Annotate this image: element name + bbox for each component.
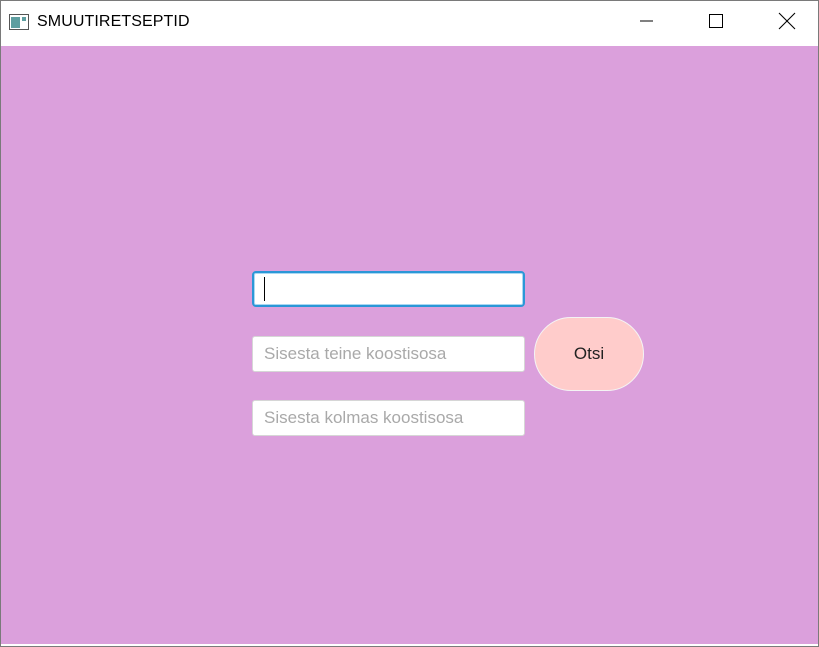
ingredient-three-input[interactable] bbox=[252, 400, 525, 436]
app-window-icon bbox=[9, 14, 29, 30]
close-icon bbox=[778, 12, 796, 35]
minimize-button[interactable] bbox=[623, 1, 669, 46]
text-caret bbox=[264, 277, 265, 301]
close-button[interactable] bbox=[764, 1, 810, 46]
maximize-button[interactable] bbox=[693, 1, 739, 46]
search-button-label: Otsi bbox=[573, 344, 605, 363]
search-button[interactable]: Otsi bbox=[534, 317, 644, 391]
maximize-icon bbox=[708, 13, 724, 34]
window-title: SMUUTIRETSEPTID bbox=[37, 13, 190, 30]
app-window: SMUUTIRETSEPTID Sisesta teine koostisosa… bbox=[0, 0, 819, 647]
minimize-icon bbox=[638, 13, 654, 34]
main-content: Otsi bbox=[1, 46, 818, 644]
ingredient-two-input[interactable] bbox=[252, 336, 525, 372]
ingredient-one-input[interactable] bbox=[252, 271, 525, 307]
title-bar[interactable]: SMUUTIRETSEPTID bbox=[1, 1, 818, 46]
bottom-edge bbox=[1, 642, 818, 644]
